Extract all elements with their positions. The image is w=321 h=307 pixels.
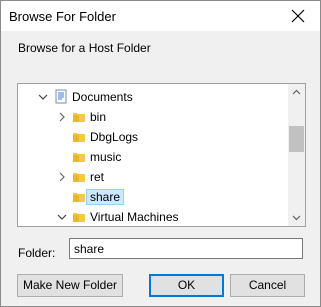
window-title: Browse For Folder (9, 9, 116, 24)
tree-item-music[interactable]: music (18, 147, 288, 167)
title-bar: Browse For Folder (1, 1, 320, 31)
folder-icon (73, 213, 85, 222)
folder-name-input[interactable] (69, 238, 303, 259)
tree-item-label: Virtual Machines (90, 210, 179, 224)
chevron-down-icon[interactable] (57, 212, 67, 222)
cancel-button[interactable]: Cancel (230, 274, 305, 297)
folder-icon (73, 133, 85, 142)
tree-item-virtual-machines[interactable]: Virtual Machines (18, 207, 288, 226)
chevron-right-icon[interactable] (57, 172, 67, 182)
scroll-up-arrow-icon[interactable] (288, 84, 305, 101)
tree-item-label: share (85, 189, 125, 205)
folder-tree[interactable]: Documents bin DbgLogs music ret share Vi… (17, 83, 306, 227)
tree-item-label: music (90, 150, 122, 164)
ok-button[interactable]: OK (149, 274, 224, 297)
scroll-down-arrow-icon[interactable] (288, 209, 305, 226)
folder-icon (73, 153, 85, 162)
scrollbar-thumb[interactable] (289, 126, 304, 152)
chevron-right-icon[interactable] (57, 112, 67, 122)
make-new-folder-button[interactable]: Make New Folder (17, 274, 123, 297)
tree-item-label: bin (90, 110, 107, 124)
tree-item-dbglogs[interactable]: DbgLogs (18, 127, 288, 147)
tree-item-documents[interactable]: Documents (18, 87, 288, 107)
folder-icon (73, 113, 85, 122)
tree-item-label: ret (90, 170, 105, 184)
close-icon (291, 9, 305, 23)
tree-item-share[interactable]: share (18, 187, 288, 207)
folder-label: Folder: (18, 246, 56, 260)
tree-item-label: Documents (72, 90, 133, 104)
chevron-down-icon[interactable] (38, 92, 48, 102)
prompt-text: Browse for a Host Folder (18, 41, 151, 55)
folder-icon (73, 193, 85, 202)
browse-for-folder-dialog: Browse For Folder Browse for a Host Fold… (0, 0, 321, 307)
tree-item-bin[interactable]: bin (18, 107, 288, 127)
folder-icon (73, 173, 85, 182)
close-button[interactable] (276, 1, 320, 31)
tree-item-label: DbgLogs (90, 130, 139, 144)
documents-folder-icon (55, 89, 67, 104)
tree-item-ret[interactable]: ret (18, 167, 288, 187)
vertical-scrollbar[interactable] (288, 84, 305, 226)
